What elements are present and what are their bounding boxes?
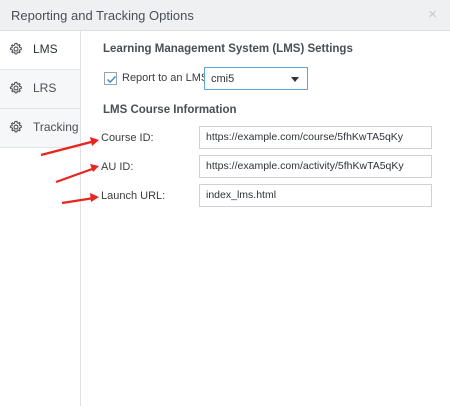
gear-icon	[9, 42, 22, 55]
lms-standard-value: cmi5	[211, 73, 235, 85]
course-id-label: Course ID:	[101, 132, 154, 144]
launch-url-field[interactable]: index_lms.html	[199, 184, 432, 207]
settings-panel: Learning Management System (LMS) Setting…	[82, 31, 450, 406]
gear-icon	[9, 81, 22, 94]
sidebar-item-label: LMS	[33, 42, 58, 56]
sidebar-item-lrs[interactable]: LRS	[0, 70, 80, 109]
window-title: Reporting and Tracking Options	[11, 8, 194, 23]
sidebar-item-label: LRS	[33, 81, 57, 95]
title-bar: Reporting and Tracking Options ×	[0, 0, 450, 31]
course-id-field[interactable]: https://example.com/course/5fhKwTA5qKy	[199, 126, 432, 149]
sidebar: LMS LRS Tracking	[0, 31, 81, 406]
checkmark-icon	[106, 75, 117, 84]
sidebar-item-lms[interactable]: LMS	[0, 31, 80, 70]
au-id-field[interactable]: https://example.com/activity/5fhKwTA5qKy	[199, 155, 432, 178]
course-info-heading: LMS Course Information	[103, 104, 237, 116]
report-to-lms-label: Report to an LMS	[122, 72, 209, 84]
sidebar-item-label: Tracking	[33, 120, 79, 134]
report-to-lms-checkbox[interactable]	[104, 72, 117, 85]
gear-icon	[9, 120, 22, 133]
lms-standard-select[interactable]: cmi5	[204, 67, 308, 90]
sidebar-item-tracking[interactable]: Tracking	[0, 109, 80, 148]
au-id-label: AU ID:	[101, 161, 134, 173]
lms-settings-heading: Learning Management System (LMS) Setting…	[103, 43, 353, 55]
launch-url-label: Launch URL:	[101, 190, 166, 202]
chevron-down-icon	[291, 77, 299, 82]
close-icon[interactable]: ×	[428, 6, 437, 23]
